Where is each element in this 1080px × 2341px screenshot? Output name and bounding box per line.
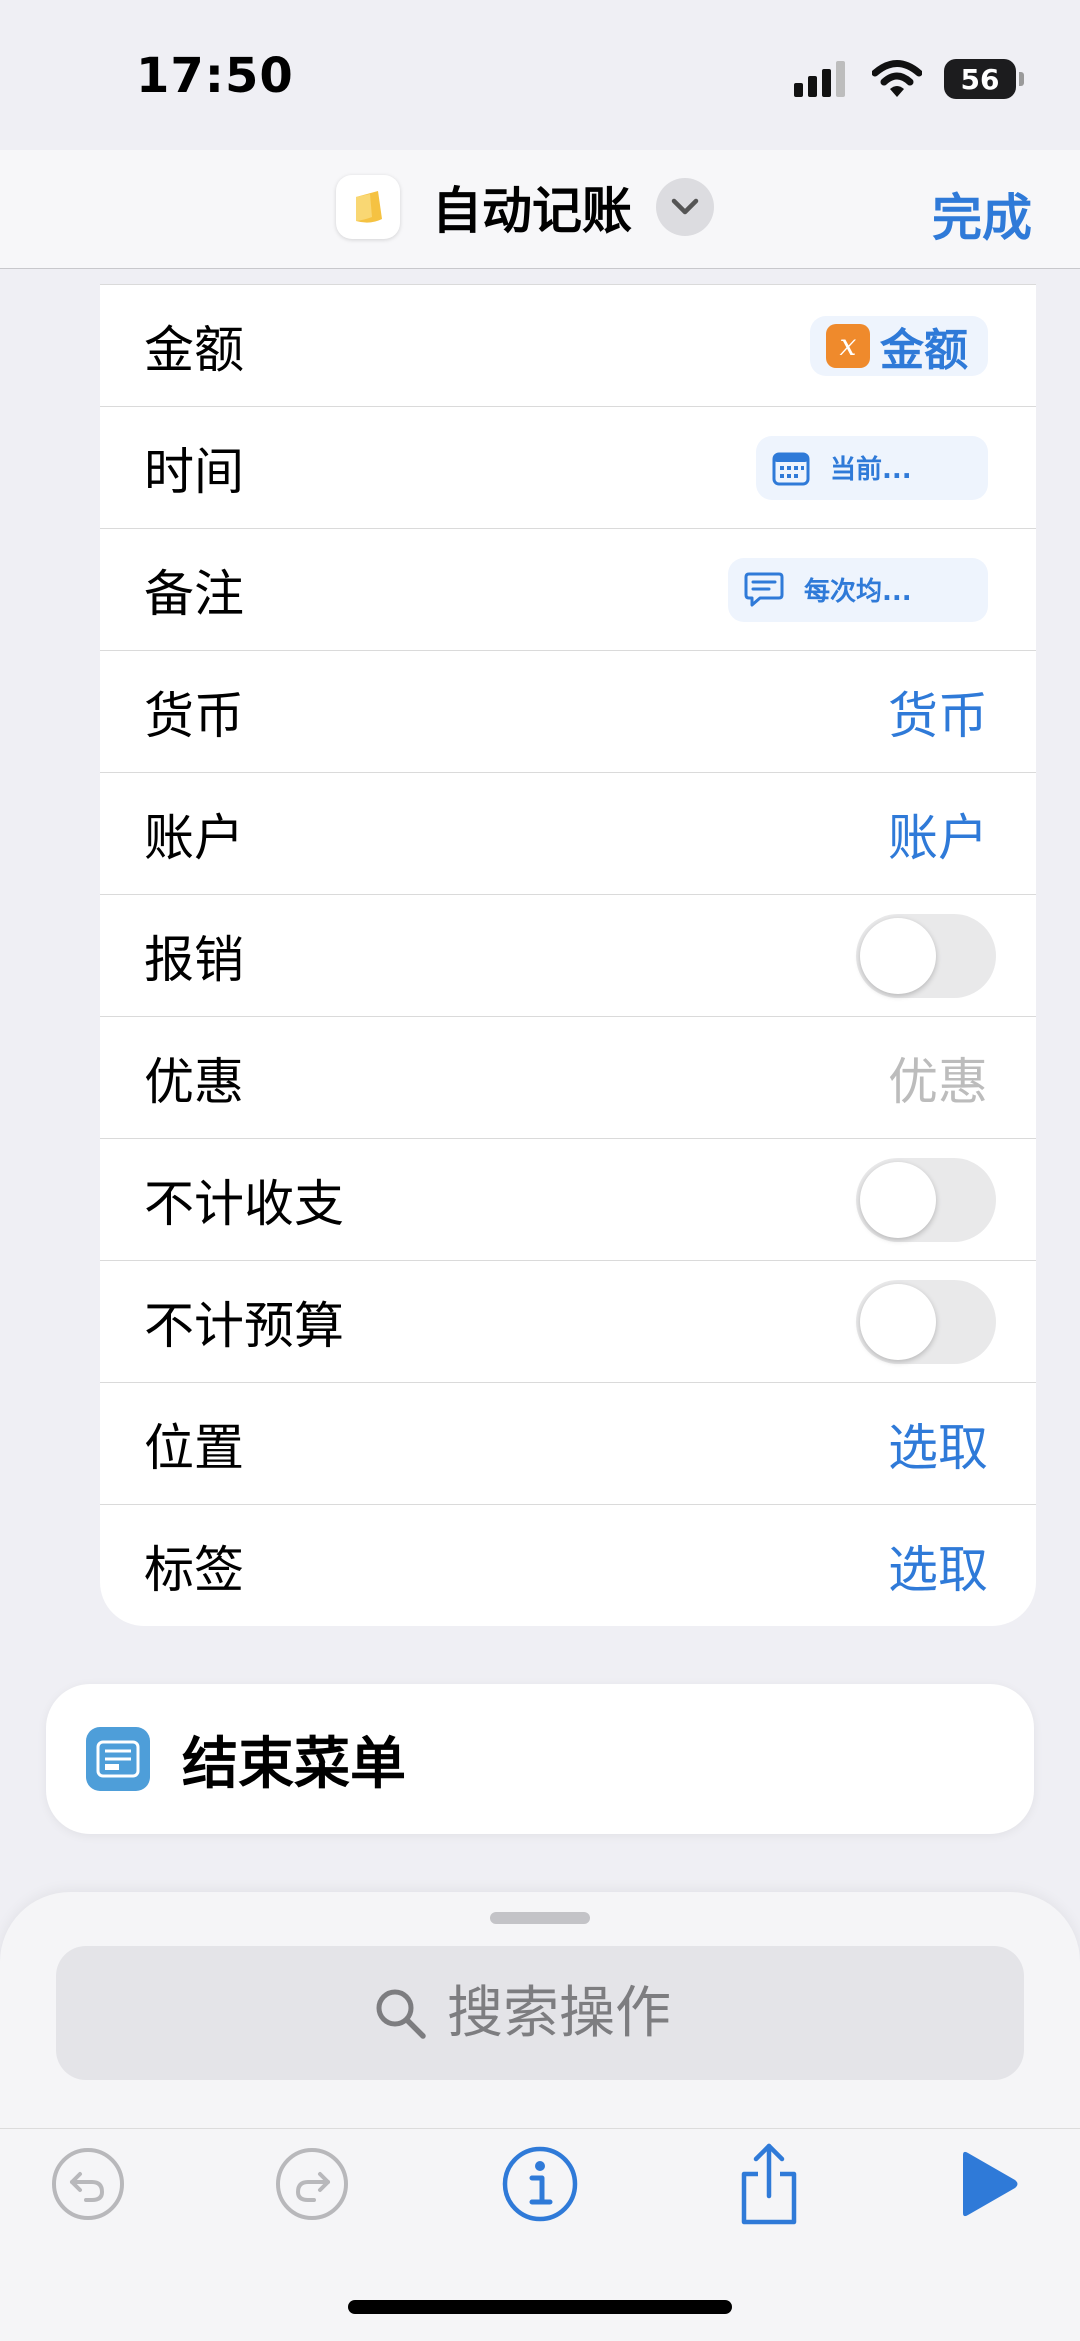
chat-bubble-icon bbox=[744, 572, 784, 606]
param-row-location[interactable]: 位置 选取 bbox=[100, 1382, 1036, 1504]
share-button[interactable] bbox=[714, 2129, 824, 2239]
param-label: 金额 bbox=[144, 320, 244, 379]
end-menu-action[interactable]: 结束菜单 bbox=[46, 1684, 1034, 1834]
info-button[interactable] bbox=[485, 2129, 595, 2239]
run-button[interactable] bbox=[934, 2129, 1044, 2239]
toggle-knob bbox=[860, 1283, 936, 1360]
cellular-signal-icon bbox=[794, 61, 845, 97]
battery-icon: 56 bbox=[944, 59, 1024, 99]
param-row-currency[interactable]: 货币 货币 bbox=[100, 650, 1036, 772]
chip-text: 每次均... bbox=[804, 577, 912, 607]
chip-text: 金额 bbox=[880, 324, 968, 376]
param-label: 货币 bbox=[144, 686, 244, 745]
chevron-down-icon[interactable] bbox=[656, 178, 714, 236]
time-variable-chip[interactable]: 当前... bbox=[756, 435, 988, 500]
location-choose[interactable]: 选取 bbox=[888, 1408, 988, 1480]
param-label: 位置 bbox=[144, 1418, 244, 1477]
param-row-exclude-income-expense: 不计收支 bbox=[100, 1138, 1036, 1260]
reimburse-toggle[interactable] bbox=[856, 913, 996, 998]
toggle-knob bbox=[860, 917, 936, 994]
sheet-grabber[interactable] bbox=[490, 1912, 590, 1924]
param-label: 备注 bbox=[144, 564, 244, 623]
play-icon bbox=[963, 2151, 1018, 2217]
discount-input[interactable]: 优惠 bbox=[888, 1042, 988, 1114]
chip-text: 当前... bbox=[830, 455, 912, 485]
home-indicator bbox=[348, 2300, 732, 2314]
menu-list-icon bbox=[86, 1727, 150, 1791]
param-label: 报销 bbox=[144, 930, 244, 989]
param-row-reimburse: 报销 bbox=[100, 894, 1036, 1016]
param-row-amount[interactable]: 金额 x 金额 bbox=[100, 284, 1036, 406]
param-row-note[interactable]: 备注 每次均... bbox=[100, 528, 1036, 650]
editor-toolbar bbox=[0, 2128, 1080, 2289]
account-value[interactable]: 账户 bbox=[888, 798, 988, 870]
param-label: 不计预算 bbox=[144, 1296, 344, 1355]
param-label: 优惠 bbox=[144, 1052, 244, 1111]
action-parameters-card: 金额 x 金额 时间 当前... 备注 每次均... 货币 货币 账户 账户 报… bbox=[100, 284, 1036, 1626]
redo-icon bbox=[276, 2148, 348, 2220]
nav-bar: 自动记账 完成 bbox=[0, 150, 1080, 269]
note-variable-chip[interactable]: 每次均... bbox=[728, 557, 988, 622]
wifi-icon bbox=[872, 60, 922, 97]
search-input[interactable] bbox=[447, 1980, 707, 2046]
battery-level: 56 bbox=[960, 62, 1000, 96]
param-row-exclude-budget: 不计预算 bbox=[100, 1260, 1036, 1382]
status-time: 17:50 bbox=[136, 48, 294, 104]
currency-value[interactable]: 货币 bbox=[888, 676, 988, 748]
exclude-income-expense-toggle[interactable] bbox=[856, 1157, 996, 1242]
param-label: 账户 bbox=[144, 808, 244, 867]
param-row-account[interactable]: 账户 账户 bbox=[100, 772, 1036, 894]
search-field[interactable] bbox=[56, 1946, 1024, 2080]
shortcut-title: 自动记账 bbox=[432, 182, 632, 240]
status-icons: 56 bbox=[794, 54, 1024, 104]
done-button[interactable]: 完成 bbox=[932, 178, 1032, 250]
param-label: 标签 bbox=[144, 1540, 244, 1599]
amount-variable-chip[interactable]: x 金额 bbox=[810, 315, 988, 376]
param-label: 时间 bbox=[144, 442, 244, 501]
exclude-budget-toggle[interactable] bbox=[856, 1279, 996, 1364]
param-row-tags[interactable]: 标签 选取 bbox=[100, 1504, 1036, 1626]
status-bar: 17:50 56 bbox=[0, 0, 1080, 150]
app-wallet-icon bbox=[336, 175, 400, 239]
param-label: 不计收支 bbox=[144, 1174, 344, 1233]
param-row-time[interactable]: 时间 当前... bbox=[100, 406, 1036, 528]
info-icon bbox=[502, 2146, 578, 2222]
param-row-discount[interactable]: 优惠 优惠 bbox=[100, 1016, 1036, 1138]
variable-x-icon: x bbox=[826, 323, 870, 368]
toggle-knob bbox=[860, 1161, 936, 1238]
end-menu-label: 结束菜单 bbox=[182, 1731, 406, 1797]
action-search-sheet bbox=[0, 1892, 1080, 2341]
undo-icon bbox=[52, 2148, 124, 2220]
search-icon bbox=[376, 1989, 426, 2039]
shortcut-title-menu[interactable]: 自动记账 bbox=[336, 172, 714, 242]
tags-choose[interactable]: 选取 bbox=[888, 1530, 988, 1602]
share-icon bbox=[741, 2143, 797, 2225]
calendar-icon bbox=[772, 452, 810, 485]
redo-button[interactable] bbox=[257, 2129, 367, 2239]
undo-button[interactable] bbox=[33, 2129, 143, 2239]
